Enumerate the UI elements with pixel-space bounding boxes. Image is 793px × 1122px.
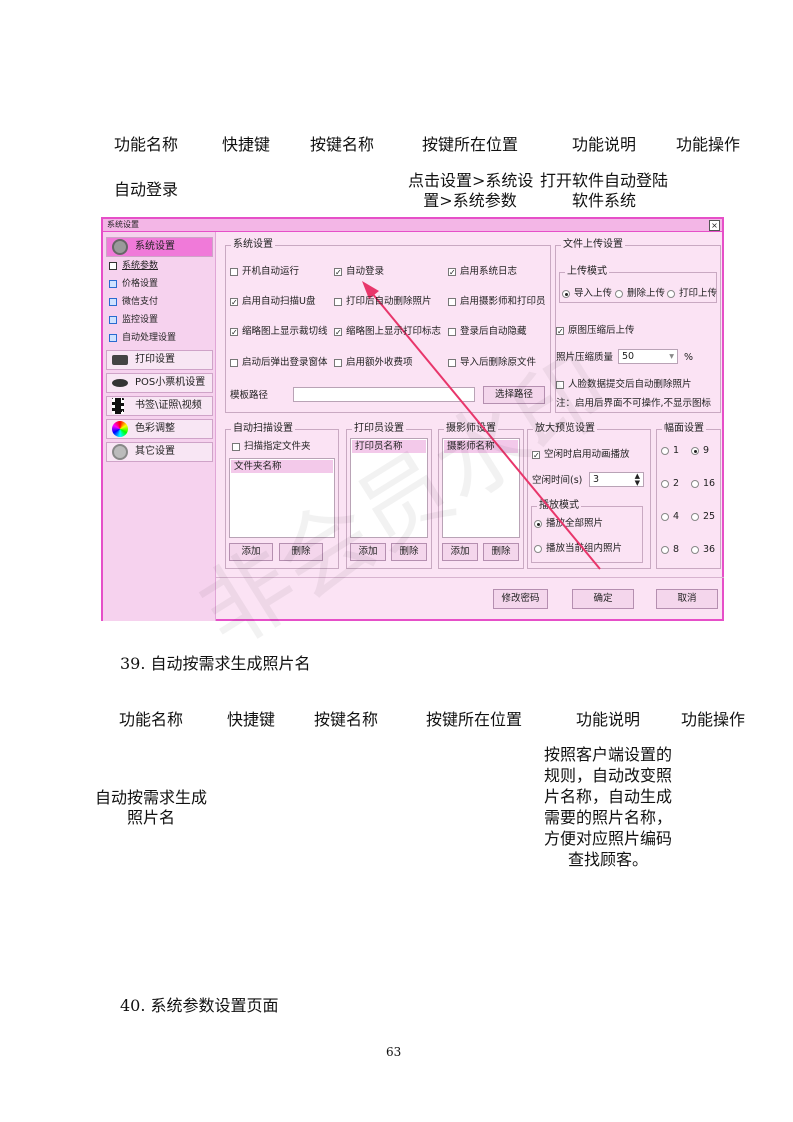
radio-label: 8	[673, 544, 680, 555]
row2-name-line1: 自动按需求生成	[94, 788, 207, 807]
layout-radio[interactable]: 36	[691, 544, 715, 556]
radio-icon	[661, 513, 669, 521]
row2-desc-line: 需要的照片名称，	[543, 808, 672, 827]
checkbox-label: 自动登录	[346, 266, 385, 277]
header-function-desc: 功能说明	[572, 135, 637, 154]
checkbox-icon	[448, 359, 456, 367]
system-checkbox[interactable]: 启用额外收费项	[334, 357, 413, 369]
checkbox-icon: ✓	[230, 328, 238, 337]
row-desc-line1: 打开软件自动登陆	[539, 171, 668, 190]
radio-icon	[691, 447, 699, 455]
row2-desc-line: 查找顾客。	[567, 850, 648, 869]
header-shortcut: 快捷键	[222, 135, 271, 154]
layout-radio[interactable]: 9	[691, 445, 709, 457]
section-39-title: 39. 自动按需求生成照片名	[120, 654, 311, 673]
header-function-desc: 功能说明	[576, 710, 641, 729]
radio-label: 1	[673, 445, 680, 456]
header-shortcut: 快捷键	[227, 710, 276, 729]
row-function-name: 自动登录	[114, 180, 179, 199]
checkbox-icon	[230, 268, 238, 276]
system-checkbox[interactable]: ✓ 缩略图上显示打印标志	[334, 326, 441, 338]
layout-radio[interactable]: 1	[661, 445, 679, 457]
checkbox-icon	[334, 298, 342, 306]
checkbox-icon: ✓	[448, 268, 456, 277]
checkbox-label: 开机自动运行	[242, 266, 300, 277]
header-key-location: 按键所在位置	[426, 710, 523, 729]
radio-label: 2	[673, 478, 680, 489]
row2-desc-line: 按照客户端设置的	[543, 745, 672, 764]
radio-label: 9	[703, 445, 710, 456]
system-checkbox[interactable]: ✓ 自动登录	[334, 266, 384, 278]
checkbox-icon	[334, 359, 342, 367]
system-checkbox[interactable]: 打印后自动删除照片	[334, 296, 432, 308]
system-checkbox[interactable]: ✓ 缩略图上显示裁切线	[230, 326, 328, 338]
checkbox-label: 登录后自动隐藏	[460, 326, 527, 337]
row2-desc-line: 方便对应照片编码	[543, 829, 672, 848]
header-key-name: 按键名称	[314, 710, 379, 729]
section-40-title: 40. 系统参数设置页面	[120, 996, 279, 1015]
radio-icon	[661, 480, 669, 488]
checkbox-label: 启动后弹出登录窗体	[242, 357, 328, 368]
row2-desc-line: 片名称，自动生成	[543, 787, 672, 806]
radio-icon	[691, 480, 699, 488]
header-function-name: 功能名称	[119, 710, 184, 729]
checkbox-label: 缩略图上显示裁切线	[242, 326, 328, 337]
header-function-name: 功能名称	[114, 135, 179, 154]
page-number: 63	[386, 1045, 402, 1059]
radio-label: 16	[703, 478, 716, 489]
system-checkbox[interactable]: 开机自动运行	[230, 266, 299, 278]
row2-name-line2: 照片名	[126, 808, 175, 827]
row2-desc-line: 规则，自动改变照	[543, 766, 672, 785]
radio-icon	[691, 513, 699, 521]
system-checkbox[interactable]: 登录后自动隐藏	[448, 326, 527, 338]
system-checkbox[interactable]: 启动后弹出登录窗体	[230, 357, 328, 369]
checkbox-label: 缩略图上显示打印标志	[346, 326, 442, 337]
radio-label: 36	[703, 544, 716, 555]
header-key-name: 按键名称	[310, 135, 375, 154]
checkbox-label: 打印后自动删除照片	[346, 296, 432, 307]
layout-radio[interactable]: 8	[661, 544, 679, 556]
checkbox-icon: ✓	[334, 268, 342, 277]
radio-label: 25	[703, 511, 716, 522]
system-checkbox[interactable]: ✓ 启用系统日志	[448, 266, 517, 278]
header-key-location: 按键所在位置	[422, 135, 519, 154]
checkbox-label: 启用摄影师和打印员	[460, 296, 546, 307]
radio-icon	[661, 447, 669, 455]
layout-radio[interactable]: 16	[691, 478, 715, 490]
layout-radio[interactable]: 2	[661, 478, 679, 490]
checkbox-label: 启用额外收费项	[346, 357, 413, 368]
header-function-op: 功能操作	[676, 135, 741, 154]
radio-icon	[661, 546, 669, 554]
checkbox-label: 启用自动扫描U盘	[242, 296, 316, 307]
system-checkbox[interactable]: 启用摄影师和打印员	[448, 296, 546, 308]
header-function-op: 功能操作	[681, 710, 746, 729]
layout-radio[interactable]: 25	[691, 511, 715, 523]
radio-label: 4	[673, 511, 680, 522]
checkbox-label: 启用系统日志	[460, 266, 518, 277]
checkbox-icon	[448, 298, 456, 306]
row-location-line1: 点击设置>系统设	[408, 171, 534, 190]
row-desc-line2: 软件系统	[571, 191, 636, 210]
layout-radio[interactable]: 4	[661, 511, 679, 523]
radio-icon	[691, 546, 699, 554]
system-checkbox[interactable]: ✓ 启用自动扫描U盘	[230, 296, 315, 308]
row-location-line2: 置>系统参数	[423, 191, 517, 210]
checkbox-icon: ✓	[230, 298, 238, 307]
checkbox-icon	[448, 328, 456, 336]
checkbox-icon	[230, 359, 238, 367]
checkbox-icon: ✓	[334, 328, 342, 337]
